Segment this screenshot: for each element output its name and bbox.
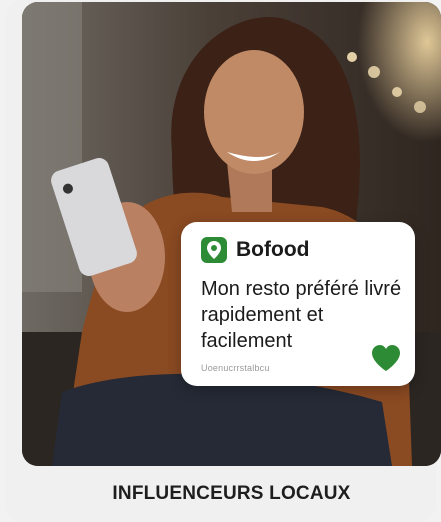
brand-name: Bofood — [236, 238, 310, 261]
notification-meta: Uoenucrrstalbcu — [201, 363, 270, 373]
notification-card[interactable]: Bofood Mon resto préféré livré rapidemen… — [181, 222, 415, 386]
heart-icon[interactable] — [371, 344, 401, 372]
location-pin-icon — [201, 237, 227, 263]
caption-label: INFLUENCEURS LOCAUX — [112, 483, 351, 504]
notification-message: Mon resto préféré livré rapidement et fa… — [201, 278, 402, 352]
brand-row: Bofood — [201, 237, 309, 263]
